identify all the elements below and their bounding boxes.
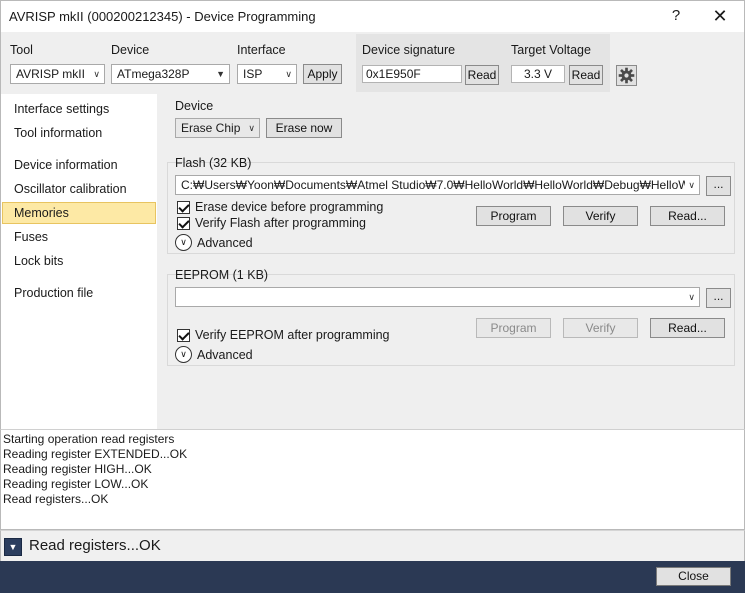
caret-down-icon: ▼ xyxy=(216,69,225,79)
erase-mode-select[interactable]: Erase Chip ∨ xyxy=(175,118,260,138)
log-line: Reading register EXTENDED...OK xyxy=(3,447,188,461)
verify-flash-label: Verify Flash after programming xyxy=(195,216,366,230)
eeprom-verify-button[interactable]: Verify xyxy=(563,318,638,338)
sidebar-item-fuses[interactable]: Fuses xyxy=(2,226,156,248)
tool-label: Tool xyxy=(10,43,33,57)
footer: Close xyxy=(0,561,745,593)
voltage-label: Target Voltage xyxy=(511,43,591,57)
flash-advanced-toggle[interactable]: ∨ xyxy=(175,234,192,251)
erase-before-checkbox[interactable] xyxy=(177,201,190,214)
verify-flash-checkbox[interactable] xyxy=(177,217,190,230)
device-select-value: ATmega328P xyxy=(117,67,190,81)
eeprom-program-button[interactable]: Program xyxy=(476,318,551,338)
erase-before-label: Erase device before programming xyxy=(195,200,384,214)
chevron-down-icon: ∨ xyxy=(248,123,255,133)
chevron-down-icon: ∨ xyxy=(685,176,695,194)
chevron-down-icon: ∨ xyxy=(285,69,292,79)
caret-down-icon: ▼ xyxy=(8,542,18,552)
chevron-down-icon: ∨ xyxy=(93,69,100,79)
flash-program-button[interactable]: Program xyxy=(476,206,551,226)
voltage-read-button[interactable]: Read xyxy=(569,65,603,85)
sidebar-item-tool-information[interactable]: Tool information xyxy=(2,122,156,144)
signature-read-button[interactable]: Read xyxy=(465,65,499,85)
chevron-down-icon: ∨ xyxy=(180,237,187,247)
close-button[interactable]: Close xyxy=(656,567,731,586)
device-group-label: Device xyxy=(175,99,214,113)
erase-now-button[interactable]: Erase now xyxy=(266,118,342,138)
status-message: Read registers...OK xyxy=(29,537,161,554)
voltage-field[interactable]: 3.3 V xyxy=(511,65,565,83)
log-toggle-button[interactable]: ▼ xyxy=(4,538,22,556)
tool-select-value: AVRISP mkII xyxy=(16,67,85,81)
log-line: Read registers...OK xyxy=(3,492,109,506)
interface-select-value: ISP xyxy=(243,67,263,81)
eeprom-read-button[interactable]: Read... xyxy=(650,318,725,338)
settings-button[interactable] xyxy=(616,65,637,86)
flash-browse-button[interactable]: ... xyxy=(706,176,731,196)
sidebar-item-device-information[interactable]: Device information xyxy=(2,154,156,176)
eeprom-browse-button[interactable]: ... xyxy=(706,288,731,308)
status-bar: ▼ Read registers...OK xyxy=(0,530,745,561)
interface-select[interactable]: ISP ∨ xyxy=(237,64,297,84)
eeprom-file-select[interactable]: ∨ xyxy=(175,287,700,307)
device-select[interactable]: ATmega328P ▼ xyxy=(111,64,230,84)
flash-verify-button[interactable]: Verify xyxy=(563,206,638,226)
title-bar: AVRISP mkII (000200212345) - Device Prog… xyxy=(0,0,745,32)
signature-field[interactable]: 0x1E950F xyxy=(362,65,462,83)
verify-eeprom-label: Verify EEPROM after programming xyxy=(195,328,390,342)
log-output[interactable]: Starting operation read registers Readin… xyxy=(0,429,745,530)
flash-read-button[interactable]: Read... xyxy=(650,206,725,226)
interface-label: Interface xyxy=(237,43,286,57)
chevron-down-icon: ∨ xyxy=(180,349,187,359)
sidebar: Interface settings Tool information Devi… xyxy=(0,94,157,429)
log-line: Starting operation read registers xyxy=(3,432,175,446)
apply-button[interactable]: Apply xyxy=(303,64,342,84)
sidebar-item-oscillator-calibration[interactable]: Oscillator calibration xyxy=(2,178,156,200)
device-label: Device xyxy=(111,43,150,57)
log-line: Reading register HIGH...OK xyxy=(3,462,152,476)
flash-file-path: C:₩Users₩Yoon₩Documents₩Atmel Studio₩7.0… xyxy=(181,178,690,192)
help-button[interactable]: ? xyxy=(666,5,686,27)
sidebar-item-lock-bits[interactable]: Lock bits xyxy=(2,250,156,272)
gear-icon xyxy=(618,67,635,84)
tool-select[interactable]: AVRISP mkII ∨ xyxy=(10,64,105,84)
sidebar-item-production-file[interactable]: Production file xyxy=(2,282,156,304)
eeprom-advanced-toggle[interactable]: ∨ xyxy=(175,346,192,363)
eeprom-group-label: EEPROM (1 KB) xyxy=(175,268,269,282)
chevron-down-icon: ∨ xyxy=(688,292,695,302)
window-title: AVRISP mkII (000200212345) - Device Prog… xyxy=(9,9,316,24)
toolbar: Tool AVRISP mkII ∨ Device ATmega328P ▼ I… xyxy=(0,32,745,94)
signature-label: Device signature xyxy=(362,43,456,57)
erase-mode-value: Erase Chip xyxy=(181,121,241,135)
close-window-button[interactable]: ✕ xyxy=(707,5,733,27)
log-line: Reading register LOW...OK xyxy=(3,477,149,491)
flash-group-label: Flash (32 KB) xyxy=(175,156,252,170)
flash-advanced-label: Advanced xyxy=(197,236,253,250)
eeprom-advanced-label: Advanced xyxy=(197,348,253,362)
sidebar-item-interface-settings[interactable]: Interface settings xyxy=(2,98,156,120)
verify-eeprom-checkbox[interactable] xyxy=(177,329,190,342)
memories-panel: Device Erase Chip ∨ Erase now Flash (32 … xyxy=(157,94,745,429)
flash-file-select[interactable]: C:₩Users₩Yoon₩Documents₩Atmel Studio₩7.0… xyxy=(175,175,700,195)
sidebar-item-memories[interactable]: Memories xyxy=(2,202,156,224)
